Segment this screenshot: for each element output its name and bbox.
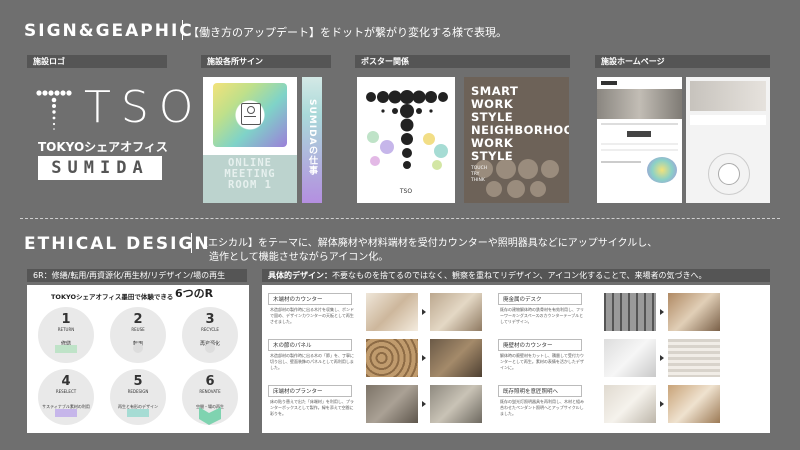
photo-steel-frame: [604, 293, 656, 331]
design-item-text-1: 木造部材の製作時に出る木片を収集し、ボンドで固め、デザインカウンターの天板として…: [270, 307, 354, 324]
label-poster: ポスター関係: [355, 55, 570, 68]
design-item-title-1: 木端材のカウンター: [268, 293, 352, 305]
r-jp: 再資源化: [199, 341, 220, 347]
label-facility-sign: 施設各所サイン: [201, 55, 331, 68]
photo-wall-counter: [668, 339, 720, 377]
r-item-4: 4 RESELECT サスティナブル素材の利用: [38, 369, 94, 425]
photo-wood-offcuts: [366, 293, 418, 331]
design-item-text-6: 既存の蛍光灯照明器具を再利用し、木材と組み合わせたペンダント照明へとアップサイク…: [500, 399, 584, 416]
design-item-title-6: 既存照明を意匠照明へ: [498, 385, 582, 397]
homepage-screenshot-left: [597, 77, 682, 203]
r-en: RESELECT: [55, 389, 77, 394]
logo-letters: TSO: [84, 82, 204, 133]
logo-sumida-box: SUMIDA: [38, 156, 162, 180]
photo-wall-material: [604, 339, 656, 377]
r-item-2: 2 REUSE 転用: [110, 307, 166, 363]
sign-vertical-banner: SUMIDAの仕事: [302, 77, 322, 203]
sign-gradient-dots: [213, 83, 287, 147]
homepage-screenshot-right: [686, 77, 770, 203]
poster-left: TSO: [357, 77, 455, 203]
r-num: 3: [205, 312, 215, 327]
sign-meeting-room: ONLINE MEETING ROOM 1: [203, 77, 297, 203]
r-num: 1: [61, 312, 71, 327]
arrow-icon: [422, 401, 426, 407]
six-r-heading: TOKYOシェアオフィス墨田で体験できる: [51, 293, 174, 301]
arrow-icon: [660, 355, 664, 361]
sign-pixel-text: ONLINE MEETING ROOM 1: [224, 157, 276, 192]
r-num: 5: [133, 374, 143, 389]
arrow-icon: [422, 309, 426, 315]
r-item-1: 1 RETURN 修繕: [38, 307, 94, 363]
r-en: RENOVATE: [199, 389, 221, 394]
six-r-card: TOKYOシェアオフィス墨田で体験できる 6つのR 1 RETURN 修繕 2 …: [27, 285, 249, 433]
r-en: REUSE: [131, 327, 145, 332]
facility-logo: TSO TOKYOシェアオフィス SUMIDA: [36, 82, 193, 190]
section-description-sign-graphic: 【働き方のアップデート】をドットが繋がり変化する様で表現。: [188, 26, 507, 39]
r-num: 6: [205, 374, 215, 389]
photo-floor-scraps: [366, 385, 418, 423]
design-item-title-4: 廃金属のデスク: [498, 293, 582, 305]
r-jp: 空間・場の再生: [196, 404, 224, 409]
design-label-rest: 不要なものを捨てるのではなく、観察を重ねてリデザイン、アイコン化することで、来場…: [332, 271, 707, 280]
title-divider-2: [191, 233, 192, 253]
r-jp: 転用: [132, 341, 143, 347]
design-panel: 木端材のカウンター 木造部材の製作時に出る木片を収集し、ボンドで固め、デザインカ…: [262, 285, 770, 433]
section-divider: [20, 218, 780, 219]
r-jp: 再生と有形のデザイン: [118, 404, 158, 409]
design-item-title-5: 廃壁材のカウンター: [498, 339, 582, 351]
sign-vertical-text: SUMIDAの仕事: [307, 99, 317, 176]
poster-right: SMART WORK STYLE NEIGHBORHOOD WORK STYLE…: [464, 77, 569, 203]
design-item-text-2: 木造部材の製作時に出る木の「節」を、丁寧に切り出し、壁面装飾のパネルとして再利用…: [270, 353, 354, 370]
design-item-title-3: 床端材のプランター: [268, 385, 352, 397]
photo-new-light: [668, 385, 720, 423]
design-item-text-5: 解体時の廃壁材をカットし、積層して受付カウンターとして再生。素材の表情を活かした…: [500, 353, 584, 370]
photo-steel-desk: [668, 293, 720, 331]
photo-planter: [430, 385, 482, 423]
photo-knot-panel: [430, 339, 482, 377]
section-description-ethical-1: 【エシカル】をテーマに、解体廃材や材料端材を受付カウンターや照明器具などにアップ…: [198, 238, 658, 249]
section-title-sign-graphic: SIGN&GEAPHIC: [24, 21, 194, 41]
six-r-heading-big: 6つのR: [175, 287, 214, 300]
sign-pixel-panel: ONLINE MEETING ROOM 1: [203, 155, 297, 203]
design-item-title-2: 木の節のパネル: [268, 339, 352, 351]
poster-right-sub: TOUCH TRY THINK: [471, 166, 488, 183]
photo-old-light: [604, 385, 656, 423]
r-en: RECYCLE: [201, 327, 219, 332]
design-label-bold: 具体的デザイン：: [268, 271, 332, 280]
logo-dot-t-icon: [36, 90, 72, 130]
r-item-6: 6 RENOVATE 空間・場の再生: [182, 369, 238, 425]
photo-wood-counter: [430, 293, 482, 331]
person-desk-icon: [241, 103, 261, 125]
design-item-text-3: 床の貼り替えで出た「床端材」を利用し、プランターボックスとして製作。緑を添えて空…: [270, 399, 354, 416]
r-num: 2: [133, 312, 143, 327]
arrow-icon: [660, 401, 664, 407]
label-design: 具体的デザイン：不要なものを捨てるのではなく、観察を重ねてリデザイン、アイコン化…: [262, 269, 770, 282]
design-item-text-4: 既存の建物解体時の鉄骨材を有効利用し、フリーワーキングスペースのカウンターテーブ…: [500, 307, 584, 324]
arrow-icon: [660, 309, 664, 315]
r-item-5: 5 REDESIGN 再生と有形のデザイン: [110, 369, 166, 425]
r-en: REDESIGN: [127, 389, 149, 394]
r-item-3: 3 RECYCLE 再資源化: [182, 307, 238, 363]
r-jp: サスティナブル素材の利用: [42, 404, 90, 409]
section-description-ethical-2: 造作として機能させながらアイコン化。: [209, 252, 389, 263]
title-divider: [182, 20, 183, 40]
arrow-icon: [422, 355, 426, 361]
logo-subtitle: TOKYOシェアオフィス: [38, 140, 168, 154]
label-homepage: 施設ホームページ: [595, 55, 770, 68]
poster-right-headline: SMART WORK STYLE NEIGHBORHOOD WORK STYLE: [471, 84, 569, 163]
r-en: RETURN: [57, 327, 75, 332]
section-title-ethical-design: ETHICAL DESIGN: [24, 234, 211, 254]
r-jp: 修繕: [60, 341, 71, 347]
r-num: 4: [61, 374, 71, 389]
poster-left-dot-t-graphic: TSO: [366, 90, 448, 195]
svg-text:TSO: TSO: [399, 188, 412, 195]
photo-wood-knots: [366, 339, 418, 377]
label-6r: 6R：修繕/転用/再資源化/再生材/リデザイン/場の再生: [27, 269, 247, 282]
label-facility-logo: 施設ロゴ: [27, 55, 167, 68]
